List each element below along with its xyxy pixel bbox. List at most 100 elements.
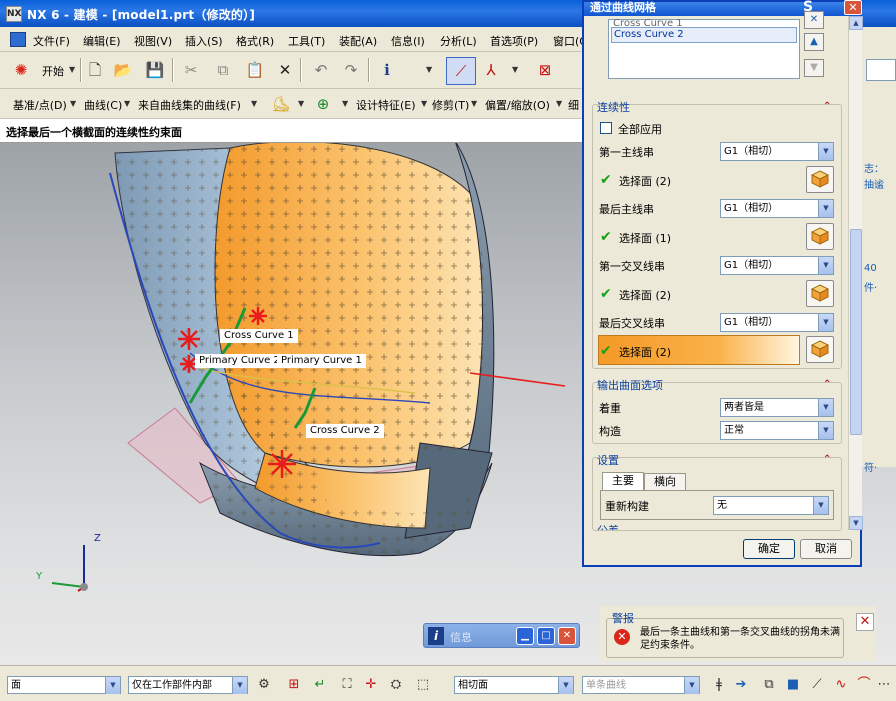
edge-input[interactable]	[866, 59, 896, 81]
copy-icon[interactable]: ⧉	[212, 59, 234, 81]
rectangle-select-icon[interactable]: ⬚	[412, 674, 434, 696]
first-cross-select-face[interactable]: 选择面 (2)	[619, 287, 671, 303]
scroll-down-icon[interactable]: ▼	[849, 516, 863, 530]
tab-main[interactable]: 主要	[602, 472, 644, 490]
dialog-close-button[interactable]: ✕	[844, 0, 862, 15]
menu-information[interactable]: 信息(I)	[391, 33, 425, 49]
first-primary-continuity-select[interactable]: G1（相切） ▼	[720, 142, 834, 161]
filter-icon[interactable]: ⚙	[253, 674, 275, 696]
layer-icon[interactable]: ⧉	[758, 674, 780, 696]
tangent-icon[interactable]: ǂ	[708, 674, 730, 696]
rebuild-select[interactable]: 无 ▼	[713, 496, 829, 515]
cube-icon[interactable]: ■	[782, 674, 804, 696]
delete-icon[interactable]: ✕	[274, 59, 296, 81]
next-icon[interactable]: ➔	[730, 674, 752, 696]
toolbar-detail[interactable]: 细	[568, 97, 579, 113]
chevron-down-icon[interactable]: ▼	[342, 99, 348, 108]
paste-icon[interactable]: 📋	[244, 59, 266, 81]
settings-header[interactable]: 设置	[597, 452, 619, 468]
information-window[interactable]: i 信息 ▁ □ ✕	[423, 623, 580, 648]
snap-point-icon[interactable]: ⊞	[283, 674, 305, 696]
select-body-icon[interactable]: ⛶	[336, 674, 358, 696]
last-cross-continuity-select[interactable]: G1（相切） ▼	[720, 313, 834, 332]
chevron-down-icon[interactable]: ▼	[556, 99, 562, 108]
collapse-icon[interactable]: ⌃	[823, 101, 831, 112]
menu-preferences[interactable]: 首选项(P)	[490, 33, 538, 49]
scroll-thumb[interactable]	[850, 229, 862, 435]
menu-edit[interactable]: 编辑(E)	[83, 33, 121, 49]
dialog-scrollbar[interactable]: ▲ ▼	[848, 16, 863, 530]
menu-format[interactable]: 格式(R)	[236, 33, 274, 49]
sketch-icon[interactable]: ⊕	[312, 93, 334, 115]
crosshair-icon[interactable]: ✛	[360, 674, 382, 696]
chevron-down-icon[interactable]: ▼	[251, 99, 257, 108]
chevron-down-icon[interactable]: ▼	[471, 99, 477, 108]
app-menu-icon[interactable]	[10, 32, 26, 47]
chevron-down-icon[interactable]: ▼	[70, 99, 76, 108]
face-select-icon[interactable]	[806, 166, 834, 193]
open-folder-icon[interactable]: 📂	[112, 59, 134, 81]
last-primary-select-face[interactable]: 选择面 (1)	[619, 230, 671, 246]
move-down-icon[interactable]: ▼	[804, 59, 824, 77]
chevron-down-icon[interactable]: ▼	[298, 99, 304, 108]
menu-view[interactable]: 视图(V)	[134, 33, 172, 49]
face-select-icon[interactable]	[806, 280, 834, 307]
last-cross-select-face[interactable]: 选择面 (2)	[619, 344, 671, 360]
toolbar-curve-from-curves[interactable]: 来自曲线集的曲线(F)	[138, 97, 241, 113]
csys-icon[interactable]: ⟋	[446, 57, 476, 85]
collapse-icon[interactable]: ⌃	[823, 454, 831, 465]
ok-button[interactable]: 确定	[743, 539, 795, 559]
chevron-down-icon[interactable]: ▼	[421, 99, 427, 108]
chevron-down-icon[interactable]: ▼	[426, 65, 432, 74]
new-file-icon[interactable]: 🗋	[84, 59, 106, 81]
selection-scope-select[interactable]: 仅在工作部件内部 ▼	[128, 676, 248, 694]
apply-all-checkbox[interactable]	[600, 122, 612, 134]
last-primary-continuity-select[interactable]: G1（相切） ▼	[720, 199, 834, 218]
first-primary-select-face[interactable]: 选择面 (2)	[619, 173, 671, 189]
cut-icon[interactable]: ✂	[180, 59, 202, 81]
start-icon[interactable]: ✺	[10, 59, 32, 81]
list-item-selected[interactable]: Cross Curve 2	[611, 27, 797, 43]
edge-icon[interactable]: ⟋	[806, 674, 828, 696]
continuity-header[interactable]: 连续性	[597, 99, 630, 115]
save-icon[interactable]: 💾	[144, 59, 166, 81]
close-button[interactable]: ✕	[558, 627, 576, 645]
output-options-header[interactable]: 输出曲面选项	[597, 377, 663, 393]
snap-arrow-icon[interactable]: ↵	[309, 674, 331, 696]
face-rule-select[interactable]: 相切面 ▼	[454, 676, 574, 694]
menu-file[interactable]: 文件(F)	[33, 33, 70, 49]
move-up-icon[interactable]: ▲	[804, 33, 824, 51]
toolbar-trim[interactable]: 修剪(T)	[432, 97, 469, 113]
undo-icon[interactable]: ↶	[310, 59, 332, 81]
toolbar-offset-scale[interactable]: 偏置/缩放(O)	[485, 97, 550, 113]
curve-rule-select[interactable]: 单条曲线 ▼	[582, 676, 700, 694]
tolerance-header[interactable]: 公差	[597, 522, 619, 530]
chevron-down-icon[interactable]: ▼	[512, 65, 518, 74]
fit-view-icon[interactable]: ⊠	[534, 59, 556, 81]
remove-icon[interactable]: ✕	[804, 11, 824, 29]
toolbar-curve[interactable]: 曲线(C)	[84, 97, 122, 113]
start-button[interactable]: 开始	[42, 63, 64, 79]
toolbar-datum-point[interactable]: 基准/点(D)	[13, 97, 67, 113]
menu-assemblies[interactable]: 装配(A)	[339, 33, 377, 49]
toolbar-design-feature[interactable]: 设计特征(E)	[356, 97, 416, 113]
collapse-icon[interactable]: ⌃	[823, 379, 831, 390]
alert-close-button[interactable]: ✕	[856, 613, 874, 631]
menu-tools[interactable]: 工具(T)	[288, 33, 325, 49]
select-feature-icon[interactable]: ⛭	[385, 674, 407, 696]
maximize-button[interactable]: □	[537, 627, 555, 645]
sketch-curve-icon[interactable]: ⌒	[853, 674, 875, 696]
first-cross-continuity-select[interactable]: G1（相切） ▼	[720, 256, 834, 275]
extrude-icon[interactable]: ⛸	[270, 93, 292, 115]
cross-curve-list[interactable]: Cross Curve 1 Cross Curve 2	[608, 18, 800, 79]
face-select-icon[interactable]	[806, 336, 834, 363]
menu-analysis[interactable]: 分析(L)	[440, 33, 477, 49]
tab-lateral[interactable]: 横向	[644, 473, 686, 491]
construction-select[interactable]: 正常 ▼	[720, 421, 834, 440]
cancel-button[interactable]: 取消	[800, 539, 852, 559]
redo-icon[interactable]: ↷	[340, 59, 362, 81]
emphasis-select[interactable]: 两者皆是 ▼	[720, 398, 834, 417]
datum-icon[interactable]: ⅄	[480, 59, 502, 81]
type-filter-select[interactable]: 面 ▼	[7, 676, 121, 694]
minimize-button[interactable]: ▁	[516, 627, 534, 645]
